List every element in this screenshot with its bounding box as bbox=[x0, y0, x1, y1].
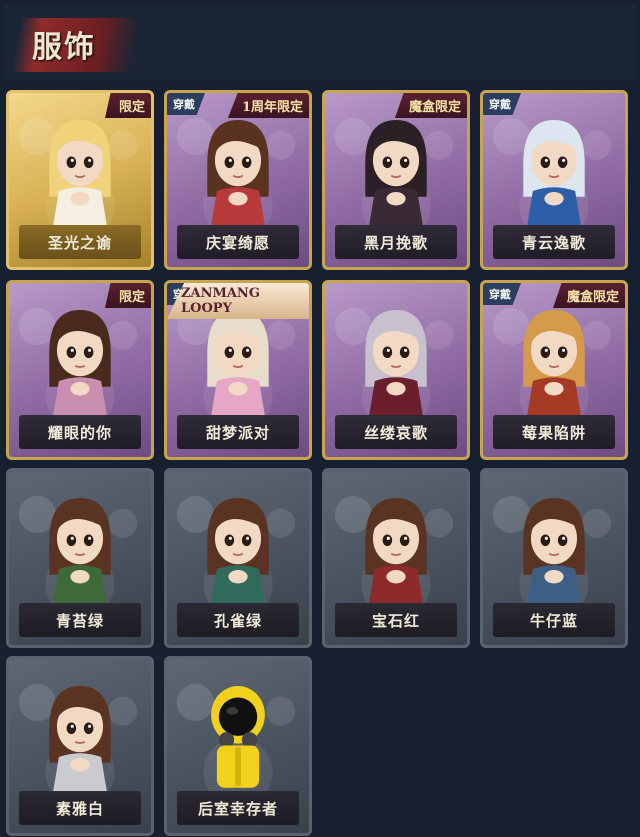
costume-card[interactable]: 限定耀眼的你 bbox=[6, 280, 154, 460]
costume-name-bar: 牛仔蓝 bbox=[493, 603, 615, 637]
costume-card[interactable]: 素雅白 bbox=[6, 656, 154, 836]
costume-name-bar: 素雅白 bbox=[19, 791, 141, 825]
costume-name-bar: 青云逸歌 bbox=[493, 225, 615, 259]
costume-card[interactable]: 牛仔蓝 bbox=[480, 468, 628, 648]
costume-card[interactable]: 穿戴ZANMANG LOOPY甜梦派对 bbox=[164, 280, 312, 460]
costume-grid: 限定圣光之谕 穿戴1周年限定庆宴绮愿 魔盒限定黑月挽歌 穿戴青云逸歌 bbox=[0, 0, 640, 837]
costume-name-bar: 甜梦派对 bbox=[177, 415, 299, 449]
costume-name: 黑月挽歌 bbox=[363, 233, 428, 252]
cowboy-hat-character-icon bbox=[32, 299, 128, 417]
costume-name-bar: 青苔绿 bbox=[19, 603, 141, 637]
limited-badge: 限定 bbox=[104, 93, 151, 118]
moss-green-character-icon bbox=[32, 487, 128, 605]
costume-card[interactable]: 青苔绿 bbox=[6, 468, 154, 648]
denim-blue-character-icon bbox=[506, 487, 602, 605]
costume-name-bar: 丝缕哀歌 bbox=[335, 415, 457, 449]
costume-name: 宝石红 bbox=[371, 611, 420, 630]
costume-card[interactable]: 孔雀绿 bbox=[164, 468, 312, 648]
costume-name: 耀眼的你 bbox=[47, 423, 112, 442]
costume-name: 莓果陷阱 bbox=[521, 423, 586, 442]
costume-name-bar: 黑月挽歌 bbox=[335, 225, 457, 259]
costume-name: 青苔绿 bbox=[55, 611, 104, 630]
berry-character-icon bbox=[506, 299, 602, 417]
gothic-character-icon bbox=[348, 299, 444, 417]
costume-name: 牛仔蓝 bbox=[529, 611, 578, 630]
costume-card[interactable]: 穿戴 魔盒限定 莓果陷阱 bbox=[480, 280, 628, 460]
peacock-green-character-icon bbox=[190, 487, 286, 605]
hazmat-survivor-icon bbox=[190, 675, 286, 793]
costume-name-bar: 莓果陷阱 bbox=[493, 415, 615, 449]
limited-badge: 魔盒限定 bbox=[394, 93, 467, 118]
costume-name: 青云逸歌 bbox=[521, 233, 586, 252]
golden-character-icon bbox=[32, 109, 128, 227]
costume-card[interactable]: 限定圣光之谕 bbox=[6, 90, 154, 270]
costume-name: 甜梦派对 bbox=[205, 423, 270, 442]
costume-name: 孔雀绿 bbox=[213, 611, 262, 630]
plain-white-character-icon bbox=[32, 675, 128, 793]
costume-name: 圣光之谕 bbox=[47, 233, 112, 252]
costume-card[interactable]: 魔盒限定黑月挽歌 bbox=[322, 90, 470, 270]
costume-name: 庆宴绮愿 bbox=[205, 233, 270, 252]
cake-character-icon bbox=[190, 109, 286, 227]
costume-name-bar: 耀眼的你 bbox=[19, 415, 141, 449]
costume-card[interactable]: 丝缕哀歌 bbox=[322, 280, 470, 460]
limited-badge: 限定 bbox=[104, 283, 151, 308]
costume-name-bar: 孔雀绿 bbox=[177, 603, 299, 637]
dark-moon-character-icon bbox=[348, 109, 444, 227]
costume-card[interactable]: 穿戴 青云逸歌 bbox=[480, 90, 628, 270]
costume-name: 后室幸存者 bbox=[197, 799, 278, 818]
costume-card[interactable]: 穿戴 1周年限定 庆宴绮愿 bbox=[164, 90, 312, 270]
costume-name-bar: 圣光之谕 bbox=[19, 225, 141, 259]
limited-badge: 1周年限定 bbox=[227, 93, 309, 118]
costume-card[interactable]: 后室幸存者 bbox=[164, 656, 312, 836]
costume-card[interactable]: 宝石红 bbox=[322, 468, 470, 648]
costume-name: 素雅白 bbox=[55, 799, 104, 818]
costume-name-bar: 后室幸存者 bbox=[177, 791, 299, 825]
limited-badge: ZANMANG LOOPY bbox=[167, 283, 309, 319]
limited-badge: 魔盒限定 bbox=[552, 283, 625, 308]
gem-red-character-icon bbox=[348, 487, 444, 605]
costume-name-bar: 庆宴绮愿 bbox=[177, 225, 299, 259]
costume-name-bar: 宝石红 bbox=[335, 603, 457, 637]
blue-cloud-character-icon bbox=[506, 109, 602, 227]
costume-name: 丝缕哀歌 bbox=[363, 423, 428, 442]
